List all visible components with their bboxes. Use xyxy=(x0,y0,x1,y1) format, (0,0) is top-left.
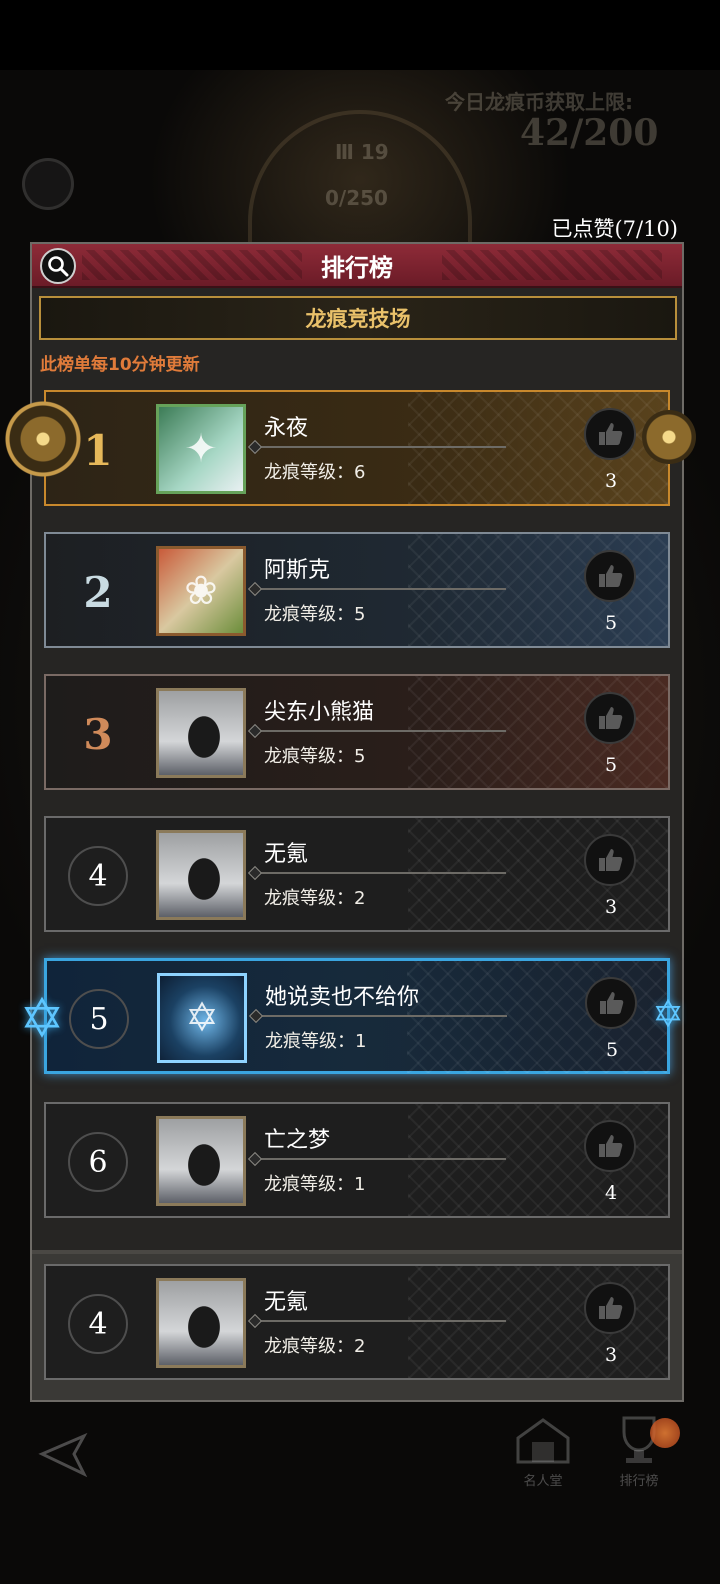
leaderboard-row-5[interactable]: 5 ✡ 她说卖也不给你 龙痕等级：1 5 xyxy=(44,958,670,1074)
search-button[interactable] xyxy=(40,248,76,284)
player-name: 永夜 xyxy=(264,416,309,441)
divider xyxy=(252,1158,506,1160)
emblem-progress: 0/250 xyxy=(325,186,388,210)
divider xyxy=(253,1015,507,1017)
divider xyxy=(252,446,506,448)
avatar[interactable] xyxy=(156,1116,246,1206)
like-button[interactable] xyxy=(584,550,636,602)
blue-star-left-icon: ✡ xyxy=(19,986,65,1050)
rank-number: 3 xyxy=(83,709,113,759)
emblem-level: Ⅲ 19 xyxy=(335,140,389,164)
thumbs-up-icon xyxy=(599,707,623,729)
rank-number: 6 xyxy=(68,1132,128,1192)
player-level: 龙痕等级：6 xyxy=(264,462,366,483)
hexagram-icon: ✡ xyxy=(185,995,219,1041)
hall-of-fame-button[interactable]: 名人堂 xyxy=(508,1412,578,1492)
player-level: 龙痕等级：2 xyxy=(264,1336,366,1357)
divider xyxy=(252,588,506,590)
divider xyxy=(252,730,506,732)
player-level: 龙痕等级：5 xyxy=(264,746,366,767)
like-count: 5 xyxy=(604,612,618,634)
top-bar xyxy=(0,0,720,70)
panel-title: 排行榜 xyxy=(321,253,393,282)
like-button[interactable] xyxy=(584,692,636,744)
like-count: 3 xyxy=(604,1344,618,1366)
rank-number: 4 xyxy=(68,1294,128,1354)
leaderboard-row-1[interactable]: 1 ✦ 永夜 龙痕等级：6 3 xyxy=(44,390,670,506)
update-notice: 此榜单每10分钟更新 xyxy=(40,355,200,375)
leaderboard-panel: 排行榜 龙痕竞技场 此榜单每10分钟更新 1 ✦ 永夜 龙痕等级：6 3 2 ❀… xyxy=(30,242,684,1402)
player-name: 亡之梦 xyxy=(264,1128,331,1153)
player-level: 龙痕等级：2 xyxy=(264,888,366,909)
notification-badge xyxy=(650,1418,680,1448)
like-button[interactable] xyxy=(584,1282,636,1334)
rank-number: 5 xyxy=(69,989,129,1049)
player-name: 她说卖也不给你 xyxy=(265,985,420,1010)
leaderboard-row-2[interactable]: 2 ❀ 阿斯克 龙痕等级：5 5 xyxy=(44,532,670,648)
daily-quota-label: 今日龙痕币获取上限: xyxy=(445,90,633,114)
search-icon xyxy=(48,256,69,277)
avatar[interactable]: ✡ xyxy=(157,973,247,1063)
gold-compass-right-icon xyxy=(642,410,696,464)
thumbs-up-icon xyxy=(600,992,624,1014)
player-name: 无氪 xyxy=(264,1290,309,1315)
thumbs-up-icon xyxy=(599,1135,623,1157)
thumbs-up-icon xyxy=(599,849,623,871)
player-level: 龙痕等级：1 xyxy=(265,1031,367,1052)
elf-portrait-icon: ✦ xyxy=(184,426,218,472)
like-count: 3 xyxy=(604,470,618,492)
thumbs-up-icon xyxy=(599,565,623,587)
avatar[interactable]: ✦ xyxy=(156,404,246,494)
panel-header: 排行榜 xyxy=(32,244,682,288)
leaderboard-nav-label: 排行榜 xyxy=(619,1474,659,1489)
hall-of-fame-label: 名人堂 xyxy=(523,1474,563,1489)
player-name: 尖东小熊猫 xyxy=(264,700,375,725)
avatar[interactable] xyxy=(156,1278,246,1368)
background-search-icon xyxy=(22,158,74,210)
avatar[interactable] xyxy=(156,688,246,778)
back-arrow-icon xyxy=(38,1432,88,1478)
avatar[interactable] xyxy=(156,830,246,920)
player-level: 龙痕等级：5 xyxy=(264,604,366,625)
thumbs-up-icon xyxy=(599,423,623,445)
leaderboard-row-4[interactable]: 4 无氪 龙痕等级：2 3 xyxy=(44,816,670,932)
like-count: 4 xyxy=(604,1182,618,1204)
rank-number: 2 xyxy=(83,567,113,617)
divider xyxy=(252,1320,506,1322)
divider xyxy=(252,872,506,874)
like-count: 5 xyxy=(605,1039,619,1061)
blue-star-right-icon: ✡ xyxy=(652,992,684,1036)
player-level: 龙痕等级：1 xyxy=(264,1174,366,1195)
like-count: 5 xyxy=(604,754,618,776)
likes-counter: 已点赞(7/10) xyxy=(551,217,678,241)
daily-quota-value: 42/200 xyxy=(520,112,659,154)
my-rank-row[interactable]: 4 无氪 龙痕等级：2 3 xyxy=(44,1264,670,1380)
thumbs-up-icon xyxy=(599,1297,623,1319)
like-button[interactable] xyxy=(584,408,636,460)
gold-compass-left-icon xyxy=(4,400,82,478)
scroll-portrait-icon: ❀ xyxy=(184,568,218,614)
hall-of-fame-icon xyxy=(516,1418,570,1464)
player-name: 无氪 xyxy=(264,842,309,867)
player-name: 阿斯克 xyxy=(264,558,331,583)
avatar[interactable]: ❀ xyxy=(156,546,246,636)
tab-dragon-arena[interactable]: 龙痕竞技场 xyxy=(39,296,677,340)
back-button[interactable] xyxy=(36,1430,92,1480)
like-button[interactable] xyxy=(585,977,637,1029)
leaderboard-row-6[interactable]: 6 亡之梦 龙痕等级：1 4 xyxy=(44,1102,670,1218)
like-count: 3 xyxy=(604,896,618,918)
like-button[interactable] xyxy=(584,1120,636,1172)
leaderboard-row-3[interactable]: 3 尖东小熊猫 龙痕等级：5 5 xyxy=(44,674,670,790)
like-button[interactable] xyxy=(584,834,636,886)
rank-number: 4 xyxy=(68,846,128,906)
